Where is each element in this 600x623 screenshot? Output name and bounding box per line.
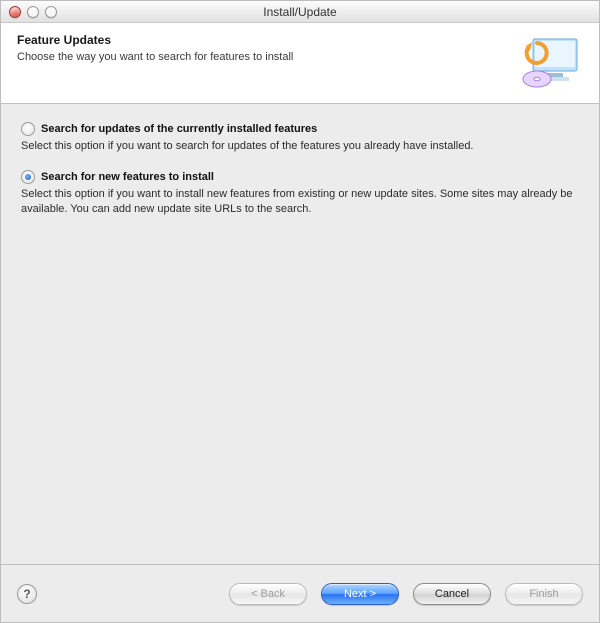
install-update-window: Install/Update Feature Updates Choose th… — [0, 0, 600, 623]
radio-icon[interactable] — [21, 122, 35, 136]
wizard-buttons: < Back Next > Cancel Finish — [229, 583, 583, 605]
window-title-bar: Install/Update — [1, 1, 599, 23]
option-label: Search for new features to install — [41, 171, 214, 183]
window-title: Install/Update — [1, 5, 599, 19]
option-description: Select this option if you want to instal… — [21, 187, 579, 217]
option-description: Select this option if you want to search… — [21, 139, 579, 154]
option-new-features[interactable]: Search for new features to install Selec… — [21, 170, 579, 217]
option-updates-existing[interactable]: Search for updates of the currently inst… — [21, 122, 579, 154]
zoom-icon[interactable] — [45, 6, 57, 18]
help-button[interactable]: ? — [17, 584, 37, 604]
page-subtitle: Choose the way you want to search for fe… — [17, 51, 293, 63]
wizard-footer: ? < Back Next > Cancel Finish — [1, 564, 599, 622]
minimize-icon[interactable] — [27, 6, 39, 18]
wizard-header: Feature Updates Choose the way you want … — [1, 23, 599, 104]
close-icon[interactable] — [9, 6, 21, 18]
finish-button[interactable]: Finish — [505, 583, 583, 605]
wizard-header-text: Feature Updates Choose the way you want … — [17, 33, 293, 63]
install-update-icon — [517, 33, 583, 91]
cancel-button[interactable]: Cancel — [413, 583, 491, 605]
radio-icon[interactable] — [21, 170, 35, 184]
page-title: Feature Updates — [17, 33, 293, 47]
update-options: Search for updates of the currently inst… — [21, 122, 579, 217]
traffic-lights — [1, 6, 57, 18]
option-label: Search for updates of the currently inst… — [41, 123, 317, 135]
wizard-content: Search for updates of the currently inst… — [1, 104, 599, 599]
back-button[interactable]: < Back — [229, 583, 307, 605]
next-button[interactable]: Next > — [321, 583, 399, 605]
